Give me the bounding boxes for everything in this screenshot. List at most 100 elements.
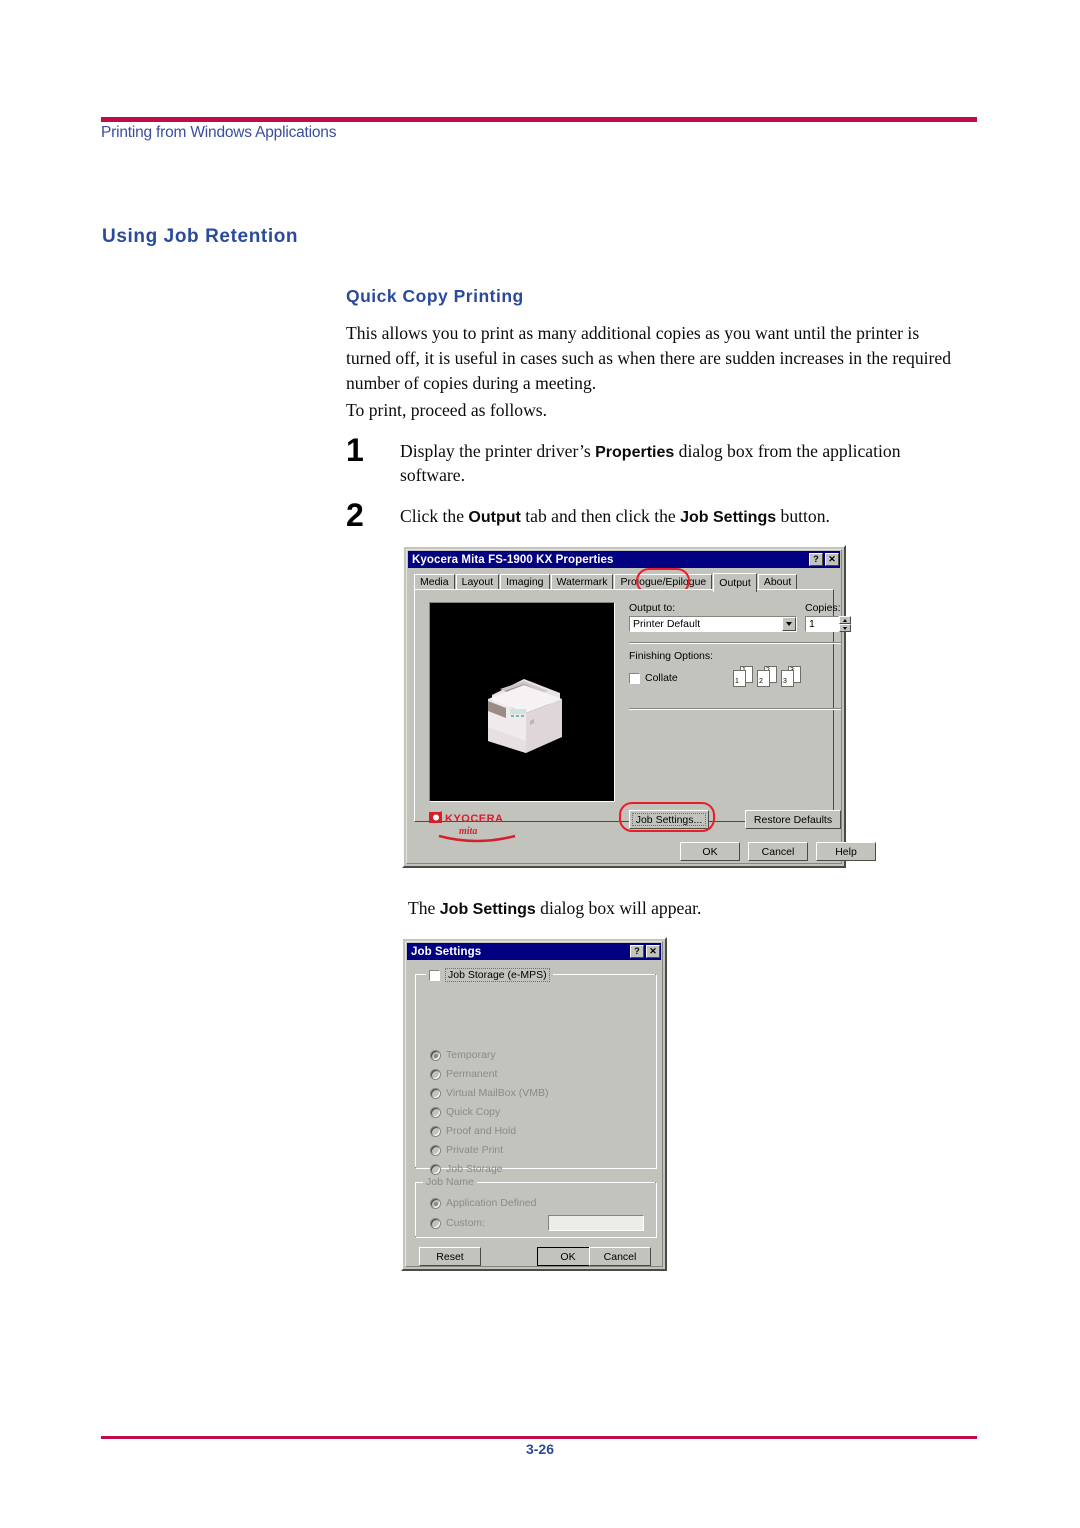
stepper-down-icon[interactable] bbox=[839, 624, 851, 632]
collate-page-icon-1: 1 1 bbox=[733, 666, 753, 688]
copies-label: Copies: bbox=[805, 602, 841, 614]
job-name-group: Job Name Application Defined Custom: bbox=[415, 1176, 657, 1238]
step-number: 2 bbox=[346, 497, 364, 533]
radio-circle[interactable] bbox=[430, 1106, 441, 1118]
collate-label: Collate bbox=[645, 672, 678, 684]
tab-prologue-epilogue[interactable]: Prologue/Epilogue bbox=[614, 574, 713, 590]
radio-quick-copy[interactable]: Quick Copy bbox=[430, 1106, 500, 1118]
kyocera-mita-logo: KYOCERA mita bbox=[429, 811, 516, 843]
radio-circle[interactable] bbox=[430, 1068, 441, 1080]
page-front: 1 bbox=[733, 670, 746, 687]
collate-checkbox[interactable]: Collate bbox=[629, 672, 678, 684]
radio-job-storage[interactable]: Job Storage bbox=[430, 1163, 503, 1175]
intro-paragraph: This allows you to print as many additio… bbox=[346, 323, 951, 393]
job-name-legend: Job Name bbox=[423, 1176, 477, 1188]
radio-circle[interactable] bbox=[430, 1125, 441, 1137]
svg-text:mita: mita bbox=[459, 826, 477, 837]
cancel-label: Cancel bbox=[603, 1250, 637, 1263]
radio-circle[interactable] bbox=[430, 1217, 441, 1229]
step-1: 1 Display the printer driver’s Propertie… bbox=[346, 432, 966, 487]
radio-custom[interactable]: Custom: bbox=[430, 1217, 485, 1229]
titlebar-buttons: ? ✕ bbox=[809, 553, 840, 566]
ok-label: OK bbox=[702, 845, 718, 858]
divider-top bbox=[629, 642, 841, 644]
page-front: 3 bbox=[781, 670, 794, 687]
copies-input[interactable]: 1 bbox=[805, 616, 839, 632]
radio-label: Temporary bbox=[446, 1049, 496, 1061]
tab-media[interactable]: Media bbox=[414, 574, 455, 590]
cancel-button[interactable]: Cancel bbox=[748, 842, 808, 861]
printer-preview bbox=[429, 602, 615, 802]
radio-private-print[interactable]: Private Print bbox=[430, 1144, 503, 1156]
titlebar-buttons: ? ✕ bbox=[630, 945, 661, 958]
ok-button[interactable]: OK bbox=[680, 842, 740, 861]
collate-page-icon-2: 2 2 bbox=[757, 666, 777, 688]
radio-permanent[interactable]: Permanent bbox=[430, 1068, 497, 1080]
job-settings-dialog[interactable]: Job Settings ? ✕ Job Storage (e-MPS) Tem… bbox=[401, 937, 667, 1271]
svg-text:KYOCERA: KYOCERA bbox=[445, 813, 504, 825]
cancel-label: Cancel bbox=[761, 845, 795, 858]
job-storage-checkbox[interactable]: Job Storage (e-MPS) bbox=[426, 968, 553, 982]
radio-circle[interactable] bbox=[430, 1197, 441, 1209]
checkbox-box[interactable] bbox=[629, 672, 640, 684]
dialog-titlebar[interactable]: Kyocera Mita FS-1900 KX Properties ? ✕ bbox=[408, 551, 840, 568]
radio-proof-and-hold[interactable]: Proof and Hold bbox=[430, 1125, 516, 1137]
output-to-combobox[interactable]: Printer Default bbox=[629, 616, 797, 632]
tab-output[interactable]: Output bbox=[713, 573, 757, 592]
printer-illustration bbox=[488, 679, 562, 753]
step-2: 2 Click the Output tab and then click th… bbox=[346, 497, 966, 533]
radio-circle[interactable] bbox=[430, 1049, 441, 1061]
radio-application-defined[interactable]: Application Defined bbox=[430, 1197, 536, 1209]
procedure-lead-in: To print, proceed as follows. bbox=[346, 400, 548, 420]
step-text: Click the Output tab and then click the … bbox=[400, 506, 830, 526]
radio-label: Custom: bbox=[446, 1217, 486, 1229]
step-number: 1 bbox=[346, 432, 364, 468]
checkbox-box[interactable] bbox=[429, 969, 440, 981]
tab-imaging[interactable]: Imaging bbox=[500, 574, 550, 590]
help-titlebar-icon[interactable]: ? bbox=[630, 945, 644, 958]
tab-strip[interactable]: Media Layout Imaging Watermark Prologue/… bbox=[414, 572, 798, 592]
radio-circle[interactable] bbox=[430, 1087, 441, 1099]
close-icon[interactable]: ✕ bbox=[825, 553, 839, 566]
output-to-label: Output to: bbox=[629, 602, 676, 614]
reset-button[interactable]: Reset bbox=[419, 1247, 481, 1266]
collate-page-icon-3: 3 3 bbox=[781, 666, 801, 688]
focus-rect bbox=[632, 813, 706, 826]
stepper-up-icon[interactable] bbox=[839, 616, 851, 624]
dialog-title: Kyocera Mita FS-1900 KX Properties bbox=[412, 553, 614, 566]
printer-properties-dialog[interactable]: Kyocera Mita FS-1900 KX Properties ? ✕ M… bbox=[402, 545, 876, 868]
chevron-down-icon[interactable] bbox=[782, 617, 796, 631]
subsection-heading: Quick Copy Printing bbox=[346, 286, 524, 306]
radio-virtual-mailbox[interactable]: Virtual MailBox (VMB) bbox=[430, 1087, 549, 1099]
running-header: Printing from Windows Applications bbox=[101, 124, 337, 141]
result-caption: The Job Settings dialog box will appear. bbox=[408, 898, 702, 918]
restore-defaults-button[interactable]: Restore Defaults bbox=[745, 810, 841, 829]
radio-circle[interactable] bbox=[430, 1144, 441, 1156]
tab-watermark[interactable]: Watermark bbox=[550, 574, 614, 590]
document-page: Printing from Windows Applications Using… bbox=[0, 0, 1080, 1528]
radio-circle[interactable] bbox=[430, 1163, 441, 1175]
help-button[interactable]: Help bbox=[816, 842, 876, 861]
radio-temporary[interactable]: Temporary bbox=[430, 1049, 496, 1061]
header-rule bbox=[101, 117, 977, 122]
job-storage-group: Job Storage (e-MPS) Temporary Permanent … bbox=[415, 968, 657, 1175]
dialog-titlebar[interactable]: Job Settings ? ✕ bbox=[407, 943, 661, 960]
tab-layout[interactable]: Layout bbox=[455, 574, 500, 590]
dialog-title: Job Settings bbox=[411, 945, 482, 958]
help-titlebar-icon[interactable]: ? bbox=[809, 553, 823, 566]
ok-label: OK bbox=[560, 1250, 576, 1263]
copies-value: 1 bbox=[809, 618, 815, 630]
output-tab-panel: KYOCERA mita Output to: Printer Default … bbox=[414, 589, 851, 843]
radio-label: Job Storage bbox=[446, 1163, 503, 1175]
custom-job-name-input[interactable] bbox=[548, 1215, 644, 1231]
divider-bottom bbox=[629, 708, 841, 710]
job-settings-button[interactable]: Job Settings... bbox=[629, 810, 709, 829]
radio-label: Application Defined bbox=[446, 1197, 537, 1209]
close-icon[interactable]: ✕ bbox=[646, 945, 660, 958]
copies-stepper[interactable] bbox=[839, 616, 851, 632]
radio-label: Proof and Hold bbox=[446, 1125, 517, 1137]
tab-about[interactable]: About bbox=[757, 574, 798, 590]
cancel-button[interactable]: Cancel bbox=[589, 1247, 651, 1266]
radio-label: Private Print bbox=[446, 1144, 504, 1156]
page-number: 3-26 bbox=[525, 1441, 555, 1457]
